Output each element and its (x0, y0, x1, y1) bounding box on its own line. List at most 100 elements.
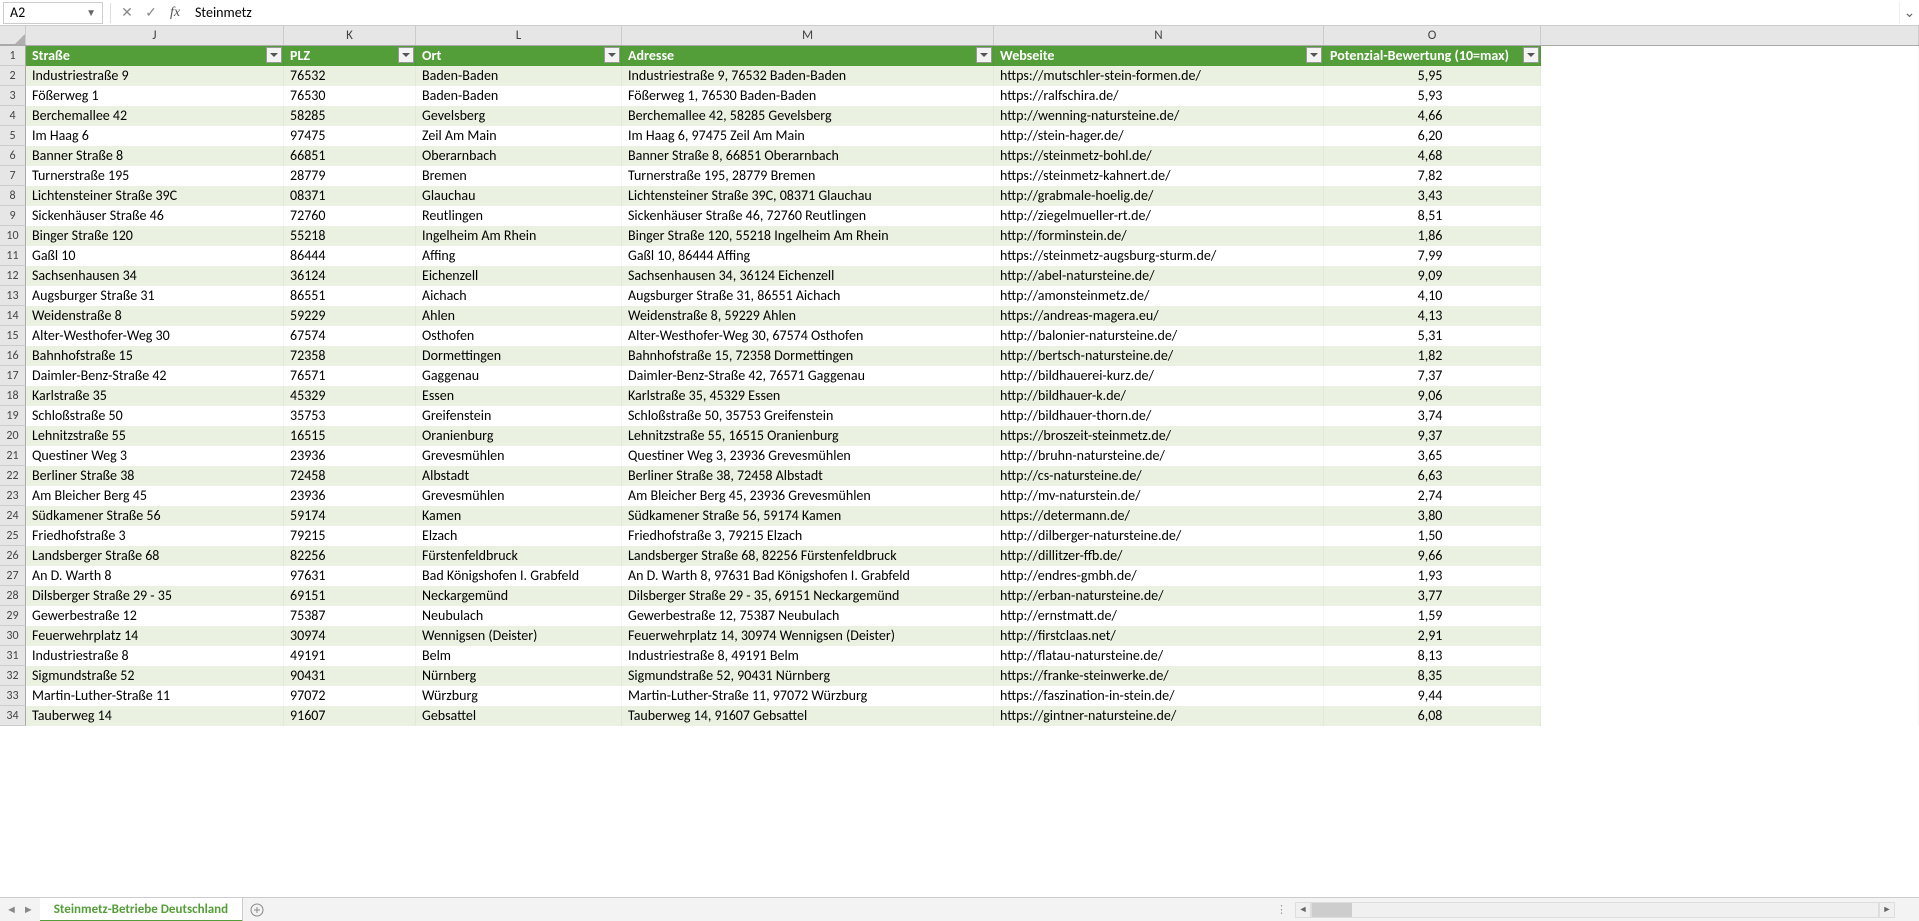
cell[interactable]: 72760 (284, 206, 416, 226)
cell[interactable]: https://steinmetz-kahnert.de/ (994, 166, 1324, 186)
tab-split-handle[interactable]: ⋮ (1268, 903, 1295, 916)
hscroll-track[interactable] (1311, 902, 1879, 918)
cell[interactable]: 4,66 (1324, 106, 1541, 126)
cell-blank[interactable] (1541, 206, 1919, 226)
cell[interactable]: 86444 (284, 246, 416, 266)
cell[interactable]: Dormettingen (416, 346, 622, 366)
cell[interactable]: 59229 (284, 306, 416, 326)
cell[interactable]: Questiner Weg 3, 23936 Grevesmühlen (622, 446, 994, 466)
table-header-cell[interactable]: Ort (416, 46, 622, 66)
cell[interactable]: Industriestraße 9 (26, 66, 284, 86)
cell[interactable]: Im Haag 6 (26, 126, 284, 146)
cell[interactable]: 9,66 (1324, 546, 1541, 566)
cell[interactable]: http://wenning-natursteine.de/ (994, 106, 1324, 126)
cell[interactable]: 91607 (284, 706, 416, 726)
cell-blank[interactable] (1541, 66, 1919, 86)
name-box-dropdown-icon[interactable]: ▼ (86, 6, 96, 19)
cell[interactable]: http://erban-natursteine.de/ (994, 586, 1324, 606)
cell[interactable]: 59174 (284, 506, 416, 526)
cell-blank[interactable] (1541, 146, 1919, 166)
cell-blank[interactable] (1541, 106, 1919, 126)
cell[interactable]: 7,82 (1324, 166, 1541, 186)
cell[interactable]: Gaßl 10, 86444 Affing (622, 246, 994, 266)
cell[interactable]: 45329 (284, 386, 416, 406)
cell[interactable]: Baden-Baden (416, 66, 622, 86)
table-header-cell[interactable]: Potenzial-Bewertung (10=max) (1324, 46, 1541, 66)
cell-blank[interactable] (1541, 406, 1919, 426)
row-header[interactable]: 14 (0, 306, 26, 326)
cell[interactable]: 97631 (284, 566, 416, 586)
cell[interactable]: Fößerweg 1 (26, 86, 284, 106)
cell[interactable]: Turnerstraße 195 (26, 166, 284, 186)
cell[interactable]: 66851 (284, 146, 416, 166)
cell[interactable]: 49191 (284, 646, 416, 666)
row-header[interactable]: 23 (0, 486, 26, 506)
cell[interactable]: Industriestraße 9, 76532 Baden-Baden (622, 66, 994, 86)
cell-blank[interactable] (1541, 426, 1919, 446)
cell[interactable]: Industriestraße 8 (26, 646, 284, 666)
cell[interactable]: http://bildhauerei-kurz.de/ (994, 366, 1324, 386)
cell[interactable]: Glauchau (416, 186, 622, 206)
cell[interactable]: 6,08 (1324, 706, 1541, 726)
cell[interactable]: Belm (416, 646, 622, 666)
cell[interactable]: Dilsberger Straße 29 - 35 (26, 586, 284, 606)
cell[interactable]: Karlstraße 35 (26, 386, 284, 406)
cell[interactable]: 55218 (284, 226, 416, 246)
select-all-corner[interactable] (0, 26, 26, 45)
cell-blank[interactable] (1541, 646, 1919, 666)
cell[interactable]: Südkamener Straße 56 (26, 506, 284, 526)
cell[interactable]: 5,95 (1324, 66, 1541, 86)
row-header[interactable]: 15 (0, 326, 26, 346)
cell[interactable]: Zeil Am Main (416, 126, 622, 146)
cell[interactable]: 1,82 (1324, 346, 1541, 366)
row-header[interactable]: 4 (0, 106, 26, 126)
cell[interactable]: Elzach (416, 526, 622, 546)
cell[interactable]: Essen (416, 386, 622, 406)
cell-blank[interactable] (1541, 526, 1919, 546)
cell-blank[interactable] (1541, 446, 1919, 466)
cell[interactable]: 4,68 (1324, 146, 1541, 166)
cell-blank[interactable] (1541, 266, 1919, 286)
accept-formula-icon[interactable]: ✓ (139, 2, 163, 24)
row-header[interactable]: 9 (0, 206, 26, 226)
cell-blank[interactable] (1541, 346, 1919, 366)
cell[interactable]: Lichtensteiner Straße 39C (26, 186, 284, 206)
cell[interactable]: Weidenstraße 8 (26, 306, 284, 326)
cell[interactable]: Bahnhofstraße 15 (26, 346, 284, 366)
cell[interactable]: https://franke-steinwerke.de/ (994, 666, 1324, 686)
cell[interactable]: Sickenhäuser Straße 46 (26, 206, 284, 226)
filter-dropdown-icon[interactable] (604, 47, 620, 63)
filter-dropdown-icon[interactable] (266, 47, 282, 63)
cell[interactable]: Kamen (416, 506, 622, 526)
cell[interactable]: http://balonier-natursteine.de/ (994, 326, 1324, 346)
sheet-tab-active[interactable]: Steinmetz-Betriebe Deutschland (40, 898, 243, 921)
cell[interactable]: http://dillitzer-ffb.de/ (994, 546, 1324, 566)
cell[interactable]: Lehnitzstraße 55, 16515 Oranienburg (622, 426, 994, 446)
cell[interactable]: Fürstenfeldbruck (416, 546, 622, 566)
cell[interactable]: http://flatau-natursteine.de/ (994, 646, 1324, 666)
cell[interactable]: http://grabmale-hoelig.de/ (994, 186, 1324, 206)
row-header[interactable]: 30 (0, 626, 26, 646)
cancel-formula-icon[interactable]: ✕ (115, 2, 139, 24)
cell[interactable]: Berliner Straße 38 (26, 466, 284, 486)
cell[interactable]: Albstadt (416, 466, 622, 486)
hscroll-thumb[interactable] (1312, 903, 1352, 917)
column-header-K[interactable]: K (284, 26, 416, 45)
cell-blank[interactable] (1541, 546, 1919, 566)
cell[interactable]: Tauberweg 14, 91607 Gebsattel (622, 706, 994, 726)
cell[interactable]: Oranienburg (416, 426, 622, 446)
row-header[interactable]: 19 (0, 406, 26, 426)
cell[interactable]: Friedhofstraße 3, 79215 Elzach (622, 526, 994, 546)
row-header[interactable]: 25 (0, 526, 26, 546)
cell[interactable]: Oberarnbach (416, 146, 622, 166)
cell[interactable]: Sachsenhausen 34 (26, 266, 284, 286)
cell[interactable]: http://cs-natursteine.de/ (994, 466, 1324, 486)
cell[interactable]: Sigmundstraße 52 (26, 666, 284, 686)
cell[interactable]: Schloßstraße 50, 35753 Greifenstein (622, 406, 994, 426)
cell[interactable]: Feuerwehrplatz 14, 30974 Wennigsen (Deis… (622, 626, 994, 646)
cell[interactable]: Berchemallee 42 (26, 106, 284, 126)
cell[interactable]: 9,37 (1324, 426, 1541, 446)
cell[interactable]: http://forminstein.de/ (994, 226, 1324, 246)
column-header-O[interactable]: O (1324, 26, 1541, 45)
cell[interactable]: Gewerbestraße 12, 75387 Neubulach (622, 606, 994, 626)
